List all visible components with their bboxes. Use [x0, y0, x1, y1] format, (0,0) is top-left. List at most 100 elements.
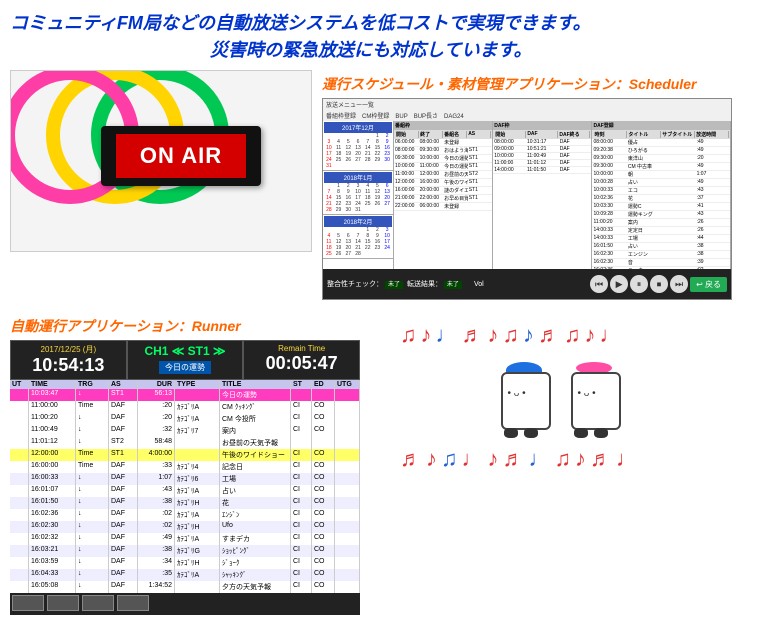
- table-row[interactable]: 16:01:07↓DAF:43ｶﾃｺﾞﾘA占いCICO: [10, 485, 360, 497]
- runner-channel: CH1 ≪ ST1 ≫: [134, 344, 237, 358]
- table-row[interactable]: 11:00:0012:00:00お昼前の天気予報ST2: [394, 171, 492, 179]
- runner-date: 2017/12/25 (月): [17, 344, 120, 355]
- menu-item[interactable]: CM枠登録: [362, 114, 389, 120]
- table-row[interactable]: 11:00:49↓DAF:32ｶﾃｺﾞﾘ7案内CICO: [10, 425, 360, 437]
- runner-foot-button[interactable]: [117, 595, 149, 611]
- table-row[interactable]: 09:00:0010:51:21DAF: [493, 146, 591, 153]
- table-row[interactable]: 16:02:30音:39: [592, 259, 730, 267]
- table-row[interactable]: 22:00:0006:00:00未登録: [394, 203, 492, 211]
- runner-foot-button[interactable]: [82, 595, 114, 611]
- menu-item[interactable]: DAG24: [444, 114, 464, 120]
- consistency-check: 整合性チェック： 未了: [327, 279, 403, 289]
- table-row[interactable]: 16:03:59↓DAF:34ｶﾃｺﾞﾘHｼﾞｮｰｸCICO: [10, 557, 360, 569]
- runner-foot-button[interactable]: [47, 595, 79, 611]
- table-row[interactable]: 16:00:33↓DAF1:07ｶﾃｺﾞﾘ6工場CICO: [10, 473, 360, 485]
- table-row[interactable]: 12:00:00TimeST14:00:00午後のワイドショーCICO: [10, 449, 360, 461]
- table-row[interactable]: 16:02:32↓DAF:49ｶﾃｺﾞﾘAすまデカCICO: [10, 533, 360, 545]
- table-row[interactable]: 10:03:30運勢C:41: [592, 203, 730, 211]
- calendar[interactable]: 2018年2月123456789101112131415161718192021…: [323, 215, 393, 259]
- headline-line1: コミュニティFM局などの自動放送システムを低コストで実現できます。: [10, 10, 747, 37]
- runner-schedule-table[interactable]: UTTIMETRGASDURTYPETITLESTEDUTG 10:03:47↓…: [10, 380, 360, 593]
- table-row[interactable]: 10:00:00朝1:07: [592, 171, 730, 179]
- runner-remain-cell: Remain Time 00:05:47: [243, 340, 360, 380]
- table-row[interactable]: 09:30:00CM 中古車:49: [592, 163, 730, 171]
- table-row[interactable]: 16:05:08↓DAF1:34:52夕方の天気予報CICO: [10, 581, 360, 593]
- runner-footer: [10, 593, 360, 615]
- scheduler-section-label: 運行スケジュール・素材管理アプリケーション：Scheduler: [322, 74, 732, 94]
- runner-section-label: 自動運行アプリケーション：Runner: [10, 316, 360, 336]
- menu-item[interactable]: BUP長さ: [414, 114, 438, 120]
- mascot-illustration: ♫♪♩♬♪♫♪♬♫♪♩ • ᴗ • • ᴗ • ♬♪♫♩♪♬♩♫♪♬♩: [370, 316, 747, 615]
- scheduler-menu-items[interactable]: 番組枠登録 CM枠登録 BUP BUP長さ DAG24: [323, 110, 731, 121]
- menu-item[interactable]: 番組枠登録: [326, 114, 356, 120]
- table-row[interactable]: 11:00:20案内:26: [592, 219, 730, 227]
- music-notes-icon: ♬♪♫♩♪♬♩♫♪♬♩: [400, 446, 747, 472]
- table-row[interactable]: 09:20:38ひろがる:49: [592, 147, 730, 155]
- headline: コミュニティFM局などの自動放送システムを低コストで実現できます。 災害時の緊急…: [10, 10, 747, 64]
- table-row[interactable]: 10:03:47↓ST156:13今日の運勢: [10, 389, 360, 401]
- scheduler-footer: 整合性チェック： 未了 転送結果： 未了 Vol ⏮ ▶ ⏸ ⏹ ⏭ ↩ 戻る: [323, 269, 731, 299]
- mascot-boy: • ᴗ •: [494, 358, 554, 438]
- table-row[interactable]: 10:00:0011:00:00今日の運勢ST1: [394, 163, 492, 171]
- back-button[interactable]: ↩ 戻る: [690, 277, 727, 292]
- skip-back-button[interactable]: ⏮: [590, 275, 608, 293]
- table-row[interactable]: 16:04:33↓DAF:35ｶﾃｺﾞﾘAｼｬｯｷﾝｸﾞCICO: [10, 569, 360, 581]
- table-row[interactable]: 12:00:0016:00:00午後のワイドショーST1: [394, 179, 492, 187]
- transfer-result: 転送結果： 未了: [407, 279, 462, 289]
- table-row[interactable]: 08:00:00優占:49: [592, 139, 730, 147]
- runner-clock-cell: 2017/12/25 (月) 10:54:13: [10, 340, 127, 380]
- table-row[interactable]: 09:30:0010:00:00今日の運勢ST1: [394, 155, 492, 163]
- table-row[interactable]: 16:02:30エンジン:38: [592, 251, 730, 259]
- window-title: 放送メニュー一覧: [326, 103, 374, 109]
- table-row[interactable]: 08:00:0009:30:00おはよう海道ST1: [394, 147, 492, 155]
- table-row[interactable]: 21:00:0022:00:00お早め目覚ST1: [394, 195, 492, 203]
- program-frame-table[interactable]: 番組枠開始終了番組名AS06:00:0008:00:00未登録08:00:000…: [394, 121, 493, 269]
- table-row[interactable]: 11:01:12↓ST258:48お昼前の天気予報: [10, 437, 360, 449]
- table-row[interactable]: 10:02:36花:37: [592, 195, 730, 203]
- table-row[interactable]: 11:00:00TimeDAF:20ｶﾃｺﾞﾘACM ｸｯｷﾝｸﾞCICO: [10, 401, 360, 413]
- table-row[interactable]: 16:01:50占い:38: [592, 243, 730, 251]
- runner-foot-button[interactable]: [12, 595, 44, 611]
- daf-frame-table[interactable]: DAF枠開始DAFDAF終る08:00:0010:31:17DAF09:00:0…: [493, 121, 592, 269]
- table-row[interactable]: 14:00:33定定日:26: [592, 227, 730, 235]
- table-row[interactable]: 10:00:33エコ:43: [592, 187, 730, 195]
- menu-item[interactable]: BUP: [395, 114, 407, 120]
- back-icon: ↩: [696, 280, 705, 289]
- skip-forward-button[interactable]: ⏭: [670, 275, 688, 293]
- scheduler-menubar[interactable]: 放送メニュー一覧: [323, 99, 731, 110]
- stop-button[interactable]: ⏹: [650, 275, 668, 293]
- table-row[interactable]: 16:02:30↓DAF:02ｶﾃｺﾞﾘHUfoCICO: [10, 521, 360, 533]
- calendar-column: 2017年12月12345678910111213141516171819202…: [323, 121, 394, 269]
- daf-register-table[interactable]: DAF登録時刻タイトルサブタイトル放送時間08:00:00優占:4909:20:…: [592, 121, 731, 269]
- scheduler-window: 放送メニュー一覧 番組枠登録 CM枠登録 BUP BUP長さ DAG24 2017年12…: [322, 98, 732, 300]
- table-row[interactable]: 11:00:20↓DAF:20ｶﾃｺﾞﾘACM 今投所CICO: [10, 413, 360, 425]
- fortune-button[interactable]: 今日の運勢: [159, 361, 211, 374]
- table-row[interactable]: 10:00:28占い:49: [592, 179, 730, 187]
- table-row[interactable]: 10:09:28運勢キング:43: [592, 211, 730, 219]
- remain-time: 00:05:47: [250, 353, 353, 374]
- calendar[interactable]: 2018年1月123456789101112131415161718192021…: [323, 171, 393, 215]
- runner-channel-cell: CH1 ≪ ST1 ≫ 今日の運勢: [127, 340, 244, 380]
- mascot-girl: • ᴗ •: [564, 358, 624, 438]
- table-row[interactable]: 16:00:0020:00:00謎のダイエットST1: [394, 187, 492, 195]
- table-row[interactable]: 16:03:21↓DAF:38ｶﾃｺﾞﾘGｼｮｯﾋﾟﾝｸﾞCICO: [10, 545, 360, 557]
- table-row[interactable]: 09:30:00東洋山:20: [592, 155, 730, 163]
- table-row[interactable]: 11:00:0011:01:12DAF: [493, 160, 591, 167]
- table-row[interactable]: 16:01:50↓DAF:38ｶﾃｺﾞﾘH花CICO: [10, 497, 360, 509]
- play-button[interactable]: ▶: [610, 275, 628, 293]
- calendar[interactable]: 2017年12月12345678910111213141516171819202…: [323, 121, 393, 171]
- remain-label: Remain Time: [250, 344, 353, 353]
- volume-label: Vol: [474, 281, 484, 288]
- onair-sign: ON AIR: [101, 126, 261, 186]
- table-row[interactable]: 14:00:0011:01:50DAF: [493, 167, 591, 174]
- table-row[interactable]: 16:02:36↓DAF:02ｶﾃｺﾞﾘAｴﾝｼﾞﾝCICO: [10, 509, 360, 521]
- table-row[interactable]: 10:00:0011:00:49DAF: [493, 153, 591, 160]
- pause-button[interactable]: ⏸: [630, 275, 648, 293]
- table-row[interactable]: 14:00:33工場:44: [592, 235, 730, 243]
- runner-window: 2017/12/25 (月) 10:54:13 CH1 ≪ ST1 ≫ 今日の運…: [10, 340, 360, 615]
- table-row[interactable]: 06:00:0008:00:00未登録: [394, 139, 492, 147]
- table-row[interactable]: 16:00:00TimeDAF:33ｶﾃｺﾞﾘ4記念日CICO: [10, 461, 360, 473]
- table-row[interactable]: 08:00:0010:31:17DAF: [493, 139, 591, 146]
- music-notes-icon: ♫♪♩♬♪♫♪♬♫♪♩: [400, 322, 747, 348]
- onair-panel: ON AIR: [116, 134, 246, 178]
